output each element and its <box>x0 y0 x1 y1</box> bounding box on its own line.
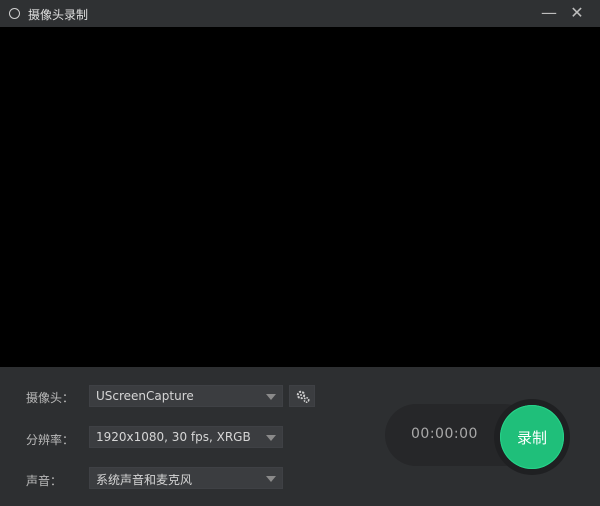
gear-icon <box>296 390 310 404</box>
chevron-down-icon <box>266 394 276 400</box>
audio-select[interactable]: 系统声音和麦克风 <box>89 467 283 489</box>
chevron-down-icon <box>266 476 276 482</box>
camera-select[interactable]: UScreenCapture <box>89 385 283 407</box>
resolution-select-value: 1920x1080, 30 fps, XRGB <box>96 430 251 444</box>
chevron-down-icon <box>266 435 276 441</box>
audio-label: 声音： <box>26 474 63 488</box>
camera-select-value: UScreenCapture <box>96 389 194 403</box>
camera-label: 摄像头： <box>26 391 75 405</box>
minimize-button[interactable]: — <box>538 4 560 22</box>
window-title: 摄像头录制 <box>28 8 89 22</box>
camera-preview <box>0 27 600 367</box>
audio-select-value: 系统声音和麦克风 <box>96 473 193 487</box>
record-button-label: 录制 <box>516 429 547 447</box>
camera-settings-button[interactable] <box>289 385 315 407</box>
resolution-label: 分辨率： <box>26 433 75 447</box>
recording-timer: 00:00:00 <box>411 426 478 442</box>
record-circle-icon <box>9 8 20 19</box>
close-button[interactable]: ✕ <box>566 4 588 22</box>
record-button[interactable]: 录制 <box>500 405 564 469</box>
resolution-select[interactable]: 1920x1080, 30 fps, XRGB <box>89 426 283 448</box>
title-bar: 摄像头录制 — ✕ <box>0 0 600 27</box>
